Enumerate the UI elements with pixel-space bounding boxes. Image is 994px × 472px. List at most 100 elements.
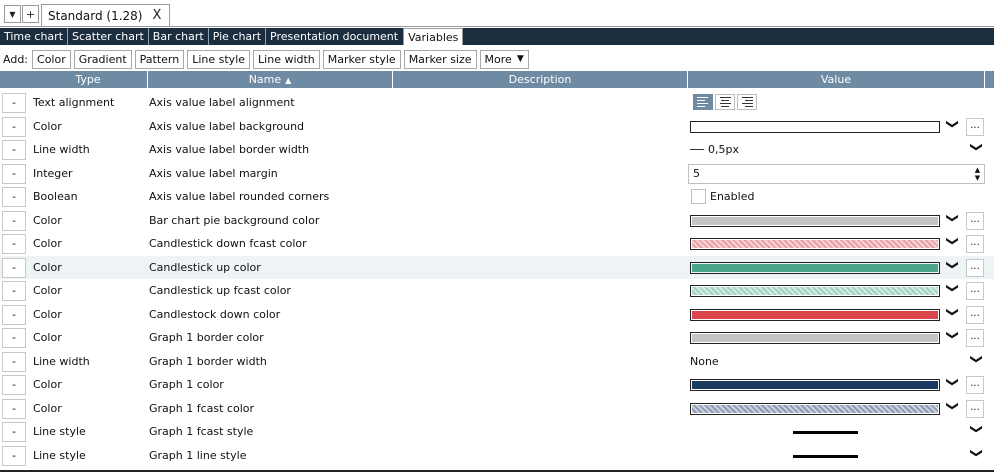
remove-row-button[interactable]: - [2,281,26,301]
color-swatch[interactable] [690,332,940,344]
align-center-button[interactable] [715,94,735,110]
remove-row-button[interactable]: - [2,422,26,442]
value-select[interactable]: 0,5px [690,138,739,162]
chevron-down-icon[interactable]: ❯ [946,377,960,387]
remove-row-button[interactable]: - [2,187,26,207]
add-marker-style-button[interactable]: Marker style [322,49,401,69]
chevron-down-icon[interactable]: ❯ [946,400,960,410]
tab-strip-divider [0,26,994,27]
column-header-name[interactable]: Name ▲ [148,71,393,88]
remove-row-button[interactable]: - [2,210,26,231]
stepper-icon[interactable]: ▲ ▼ [972,166,983,182]
remove-row-button[interactable]: - [2,234,26,254]
align-right-button[interactable] [737,94,757,110]
cell-type: Boolean [33,190,78,203]
close-tab-icon[interactable]: X [153,8,162,23]
variables-table-body: - Text alignment Axis value label alignmen… [0,91,994,467]
table-row: - Color Candlestick down fcast color ❯... [0,232,994,256]
more-options-button[interactable]: ... [966,235,984,253]
margin-number-input[interactable]: 5 [688,163,985,184]
subtab-scatter-chart[interactable]: Scatter chart [68,28,149,45]
cell-type: Color [33,307,62,321]
chevron-down-icon[interactable]: ❯ [970,447,984,457]
more-options-button[interactable]: ... [966,282,984,300]
more-options-button[interactable]: ... [966,258,984,277]
subtab-time-chart[interactable]: Time chart [0,28,69,45]
add-pattern-button[interactable]: Pattern [134,49,185,69]
remove-row-button[interactable]: - [2,398,26,419]
cell-value: ❯... [688,303,985,327]
table-row: - Text alignment Axis value label alignmen… [0,91,994,115]
value-select[interactable]: None [690,350,719,374]
chevron-down-icon[interactable]: ❯ [946,259,960,269]
remove-row-button[interactable]: - [2,375,26,395]
color-swatch[interactable] [690,402,940,415]
cell-value: 5 ▲ ▼ [688,162,985,186]
add-gradient-button[interactable]: Gradient [73,49,132,69]
more-options-button[interactable]: ... [966,305,984,324]
color-swatch[interactable] [690,214,940,227]
color-swatch[interactable] [690,261,940,274]
add-marker-size-button[interactable]: Marker size [403,49,477,69]
align-left-button[interactable] [693,94,713,110]
add-tab-button[interactable]: + [22,5,39,23]
chevron-down-icon[interactable]: ❯ [970,424,984,434]
chevron-down-icon[interactable]: ❯ [946,306,960,316]
tab-list-dropdown-button[interactable]: ▼ [4,5,21,23]
column-header-type[interactable]: Type [29,71,148,88]
column-header-description[interactable]: Description [393,71,688,88]
remove-row-button[interactable]: - [2,328,26,348]
add-color-button[interactable]: Color [32,49,71,69]
more-options-button[interactable]: ... [966,376,984,394]
add-variable-toolbar: Add: Color Gradient Pattern Line style Line … [0,48,529,70]
sort-ascending-icon: ▲ [285,76,292,85]
remove-row-button[interactable]: - [2,163,26,184]
enabled-checkbox[interactable] [691,189,706,204]
color-swatch[interactable] [690,379,940,391]
chevron-down-icon[interactable]: ❯ [946,118,960,128]
more-button[interactable]: More ▼ [479,49,529,69]
chevron-down-icon[interactable]: ❯ [970,142,984,152]
add-line-style-button[interactable]: Line style [187,49,251,69]
remove-row-button[interactable]: - [2,445,26,466]
remove-row-button[interactable]: - [2,93,26,113]
remove-row-button[interactable]: - [2,351,26,372]
chevron-down-icon[interactable]: ❯ [946,212,960,222]
color-swatch[interactable] [690,285,940,297]
chevron-down-icon[interactable]: ❯ [946,283,960,293]
subtab-bar-chart[interactable]: Bar chart [149,28,209,45]
more-options-button[interactable]: ... [966,117,984,136]
cell-value: None ❯ [688,350,985,374]
remove-row-button[interactable]: - [2,116,26,137]
chevron-down-icon[interactable]: ❯ [946,236,960,246]
cell-value: ❯... [688,232,985,256]
tab-standard[interactable]: Standard (1.28) X [41,4,171,26]
remove-row-button[interactable]: - [2,140,26,160]
remove-row-button[interactable]: - [2,304,26,325]
cell-value: 0,5px ❯ [688,138,985,162]
cell-name: Graph 1 fcast style [149,425,254,438]
chevron-down-icon[interactable]: ❯ [946,330,960,340]
color-swatch[interactable] [690,120,940,133]
add-line-width-button[interactable]: Line width [253,49,320,69]
subtab-presentation-document[interactable]: Presentation document [266,28,402,45]
more-label: More [484,52,512,66]
subtab-variables[interactable]: Variables [403,28,464,45]
cell-name: Graph 1 line style [149,448,247,462]
table-row: - Color Graph 1 border color ❯... [0,326,994,350]
more-options-button[interactable]: ... [966,399,984,418]
tab-strip: ▼ + Standard (1.28) X [0,0,994,27]
table-row: - Color Candlestick up fcast color ❯... [0,279,994,303]
table-row: - Line style Graph 1 line style ❯ [0,444,994,468]
color-swatch[interactable] [690,308,940,321]
chevron-down-icon[interactable]: ❯ [970,353,984,363]
cell-value: ❯ [688,444,985,468]
subtab-pie-chart[interactable]: Pie chart [209,28,267,45]
more-options-button[interactable]: ... [966,211,984,230]
more-options-button[interactable]: ... [966,329,984,347]
column-header-value[interactable]: Value [688,71,985,88]
color-swatch[interactable] [690,238,940,250]
cell-name: Candlestock down color [149,307,281,321]
remove-row-button[interactable]: - [2,257,26,278]
table-row: - Line style Graph 1 fcast style ❯ [0,420,994,444]
